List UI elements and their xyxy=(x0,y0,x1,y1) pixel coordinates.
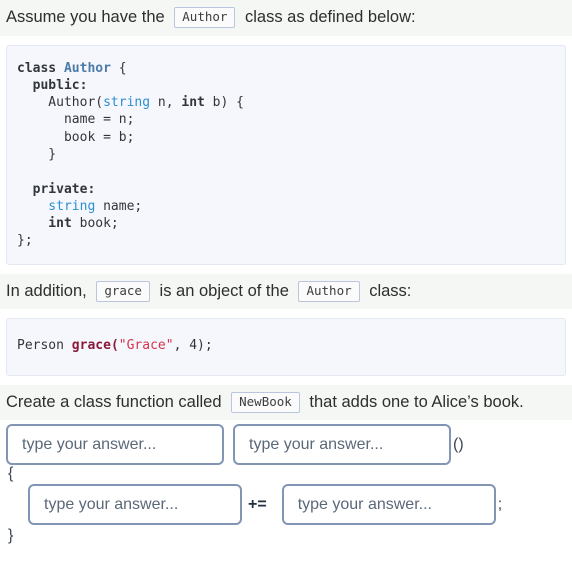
code-token-person-type: Person xyxy=(17,338,64,354)
addition-text-before: In addition, xyxy=(6,281,92,300)
code-token-param-b: b) { xyxy=(204,95,244,111)
code-token-book-member: book; xyxy=(71,216,119,232)
task-paragraph: Create a class function called NewBook t… xyxy=(0,384,572,421)
intro-paragraph: Assume you have the Author class as defi… xyxy=(0,0,572,36)
code-line-private: private: xyxy=(17,181,96,197)
brace-open-literal: { xyxy=(8,465,14,483)
code-token-string-member: string xyxy=(17,198,96,214)
code-line-assign-name: name = n; xyxy=(17,112,135,128)
code-token-int-member: int xyxy=(17,216,72,232)
code-token-paren-open: ( xyxy=(110,338,119,354)
code-token-grace-var: grace xyxy=(63,338,111,354)
code-token-class-keyword: class xyxy=(17,60,57,76)
code-token-class-name: Author xyxy=(63,60,111,76)
answer-row-body: += ; xyxy=(6,484,566,526)
inline-code-newbook: NewBook xyxy=(231,391,300,413)
brace-close-literal: } xyxy=(8,527,14,545)
task-text-after: that adds one to Alice’s book. xyxy=(304,392,524,411)
code-token-int-type: int xyxy=(181,95,205,111)
parentheses-literal: () xyxy=(453,435,464,453)
answer-input-2[interactable] xyxy=(233,424,451,466)
code-token-ctor: Author( xyxy=(17,95,104,111)
addition-text-after: class: xyxy=(364,281,412,300)
code-line-class-close: }; xyxy=(17,233,33,249)
code-token-param-n: n, xyxy=(150,95,182,111)
code-token-string-type: string xyxy=(103,95,151,111)
code-line-public: public: xyxy=(17,77,88,93)
code-token-open-brace: { xyxy=(110,60,127,76)
answer-row-signature: () xyxy=(6,424,566,466)
answer-input-1[interactable] xyxy=(6,424,224,466)
answer-input-3[interactable] xyxy=(28,484,242,526)
inline-code-grace: grace xyxy=(96,281,150,302)
code-token-grace-string: "Grace" xyxy=(118,338,174,354)
addition-paragraph: In addition, grace is an object of the A… xyxy=(0,273,572,310)
object-code-block: Person grace("Grace", 4); xyxy=(6,318,566,376)
class-definition-code-block: class Author { public: Author(string n, … xyxy=(6,44,566,265)
code-line-ctor-close: } xyxy=(17,146,57,162)
code-token-args-rest: , 4); xyxy=(173,338,213,354)
intro-text-before: Assume you have the xyxy=(6,8,170,26)
inline-code-author-2: Author xyxy=(298,281,360,302)
code-line-assign-book: book = b; xyxy=(17,129,135,145)
plus-equals-operator: += xyxy=(248,495,267,513)
semicolon-literal: ; xyxy=(497,495,503,513)
intro-text-after: class as defined below: xyxy=(240,8,416,26)
answer-input-4[interactable] xyxy=(281,484,496,526)
task-text-before: Create a class function called xyxy=(6,392,227,411)
addition-text-middle: is an object of the xyxy=(154,281,294,300)
answer-area: () { += ; } xyxy=(0,420,572,544)
code-token-name-member: name; xyxy=(95,198,143,214)
inline-code-author: Author xyxy=(174,7,236,29)
